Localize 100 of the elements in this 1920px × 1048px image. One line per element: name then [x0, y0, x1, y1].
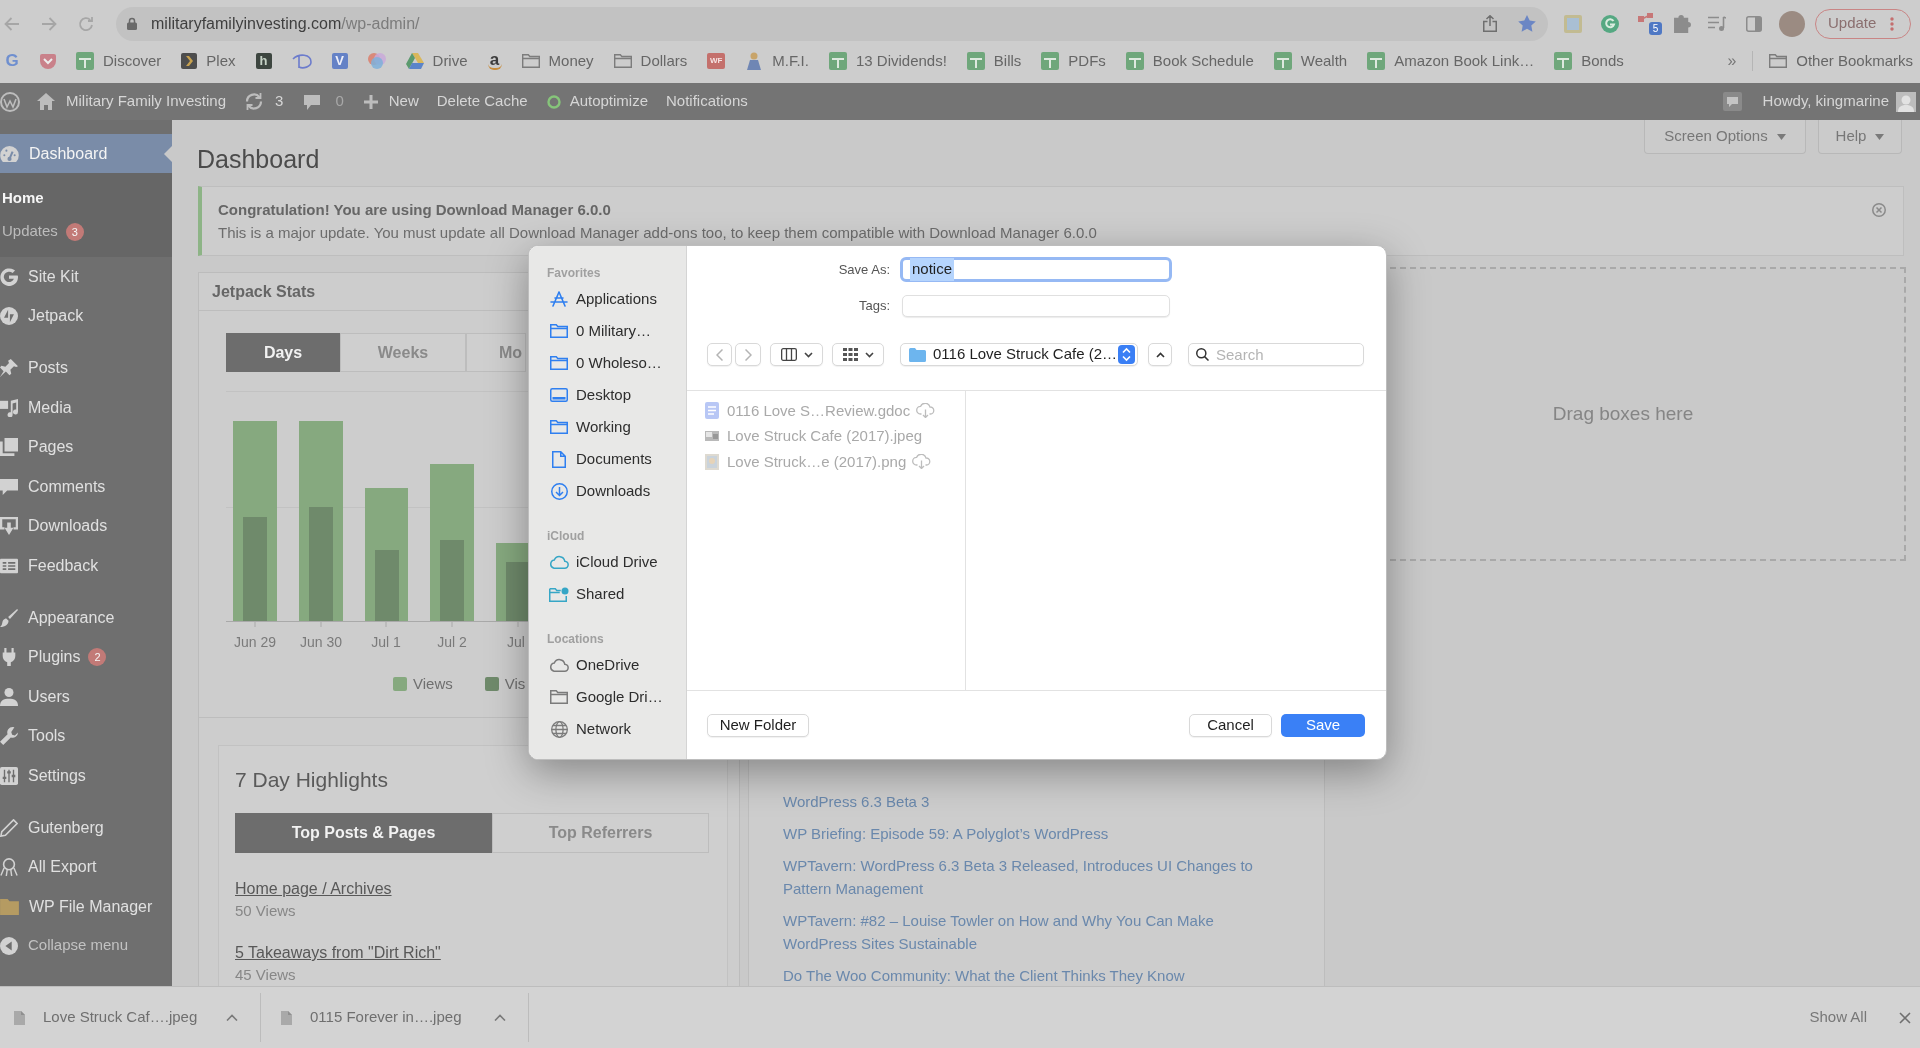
tab[interactable]: Top Referrers [492, 813, 709, 853]
caret-up-icon[interactable] [226, 1014, 238, 1021]
sidebar-item[interactable]: Settings [0, 756, 172, 796]
tags-field[interactable] [902, 295, 1170, 317]
bookmark-logo[interactable]: a [487, 52, 502, 70]
bookmark-link[interactable]: Amazon Book Link… [1367, 49, 1535, 73]
group-button[interactable] [832, 343, 884, 366]
bookmark-link[interactable]: Plex [181, 49, 236, 73]
bookmark-link[interactable]: Money [521, 49, 594, 73]
screen-options-button[interactable]: Screen Options [1644, 120, 1806, 154]
address-bar[interactable]: militaryfamilyinvesting.com/wp-admin/ [116, 6, 1548, 41]
bookmark-link[interactable]: Book Schedule [1125, 49, 1254, 73]
post-link[interactable]: Home page / Archives [235, 878, 392, 900]
sidebar-item[interactable]: All Export [0, 847, 172, 887]
tab[interactable]: Mo [466, 333, 526, 372]
bookmark-link[interactable]: Bills [966, 49, 1022, 73]
image-icon[interactable] [1564, 14, 1582, 33]
save-button[interactable]: Save [1281, 713, 1365, 737]
shield-icon[interactable] [40, 53, 56, 69]
sidebar-item[interactable]: Site Kit [0, 257, 172, 297]
bookmark-logo[interactable]: h [255, 53, 272, 69]
sidebar-item[interactable]: Downloads [0, 506, 172, 547]
tab[interactable]: Top Posts & Pages [235, 813, 492, 853]
site-name-link[interactable]: Military Family Investing [37, 90, 227, 113]
sidebar-location[interactable]: Shared [529, 578, 686, 610]
sidebar-item[interactable]: Feedback [0, 546, 172, 586]
sidebar-location[interactable]: OneDrive [529, 649, 686, 681]
reload-icon[interactable] [78, 15, 94, 32]
bookmark-logo[interactable]: V [331, 53, 348, 69]
bookmark-link[interactable]: Dollars [613, 49, 688, 73]
download-item[interactable]: 0115 Forever in….jpeg [281, 1006, 462, 1029]
submenu-item[interactable]: Home [0, 182, 172, 215]
sidebar-location[interactable]: Network [529, 713, 686, 745]
bookmark-link[interactable]: M.F.I. [745, 49, 809, 73]
star-icon[interactable] [1518, 15, 1536, 32]
help-button[interactable]: Help [1818, 120, 1902, 154]
sidebar-location[interactable]: iCloud Drive [529, 546, 686, 578]
swoosh-icon[interactable] [291, 53, 312, 69]
avatar[interactable] [1896, 91, 1916, 112]
sidebar-item[interactable]: Users [0, 676, 172, 717]
bookmark-link[interactable]: Wealth [1273, 49, 1348, 73]
admin-bar-link[interactable]: Notifications [666, 90, 748, 113]
puzzle-icon[interactable] [1674, 14, 1691, 33]
pinwheel-icon[interactable] [367, 53, 386, 69]
collapse-menu-button[interactable]: Collapse menu [0, 926, 172, 965]
news-link[interactable]: WordPress 6.3 Beta 3 [783, 790, 1288, 813]
tab[interactable]: Days [226, 333, 340, 372]
more-bookmarks-button[interactable]: » [1727, 49, 1737, 73]
news-link[interactable]: Do The Woo Community: What the Client Thinks They Know [783, 964, 1288, 986]
sidebar-location[interactable]: 0 Military… [529, 315, 686, 347]
sidebar-item[interactable]: WP File Manager [0, 886, 172, 927]
bookmark-link[interactable]: PDFs [1041, 49, 1106, 73]
bookmark-logo[interactable]: G [4, 52, 20, 70]
forward-icon[interactable] [41, 16, 57, 31]
news-link[interactable]: WPTavern: #82 – Louise Towler on How and Why You Can Make WordPress Sites Sustainable [783, 909, 1288, 955]
filename-field[interactable]: notice [900, 257, 1172, 282]
cancel-button[interactable]: Cancel [1189, 713, 1272, 737]
sidebar-item[interactable]: Jetpack [0, 296, 172, 337]
updates-link[interactable]: 3 [245, 90, 284, 113]
back-button[interactable] [707, 343, 732, 366]
new-link[interactable]: New [363, 90, 419, 113]
admin-bar-link[interactable]: Autoptimize [546, 90, 648, 113]
location-popup[interactable]: 0116 Love Struck Cafe (2… [900, 343, 1138, 366]
forward-button[interactable] [735, 343, 761, 366]
sidebar-item[interactable]: Dashboard [0, 134, 172, 173]
bookmark-logo[interactable]: WF [707, 53, 726, 69]
circle-logo-icon[interactable] [1601, 14, 1619, 33]
sidebar-location[interactable]: Documents [529, 443, 686, 475]
logo-icon[interactable] [0, 91, 20, 112]
news-link[interactable]: WP Briefing: Episode 59: A Polyglot’s WordPress [783, 822, 1288, 845]
bookmark-link[interactable]: 13 Dividends! [828, 49, 947, 73]
sidebar-item[interactable]: Plugins 2 [0, 637, 172, 677]
admin-bar-link[interactable]: Delete Cache [436, 90, 528, 113]
bookmark-link[interactable]: Discover [76, 49, 162, 73]
sidebar-item[interactable]: Media [0, 387, 172, 428]
new-folder-button[interactable]: New Folder [707, 713, 809, 737]
back-icon[interactable] [4, 16, 20, 31]
sidebar-item[interactable]: Gutenberg [0, 807, 172, 848]
submenu-item[interactable]: Updates 3 [0, 215, 172, 248]
sidebar-location[interactable]: Working [529, 411, 686, 443]
sidebar-location[interactable]: Downloads [529, 475, 686, 507]
close-icon[interactable] [1899, 1011, 1911, 1024]
up-button[interactable] [1148, 343, 1172, 366]
nodes-icon[interactable] [1638, 12, 1653, 24]
bookmark-link[interactable]: Other Bookmarks [1769, 49, 1913, 73]
sidebar-location[interactable]: 0 Wholeso… [529, 347, 686, 379]
account-link[interactable]: Howdy, kingmarine [1762, 90, 1889, 113]
sidebar-item[interactable]: Tools [0, 716, 172, 757]
chat-icon[interactable] [1722, 92, 1742, 111]
sidebar-item[interactable]: Comments [0, 466, 172, 507]
side-panel-icon[interactable] [1746, 15, 1762, 32]
caret-up-icon[interactable] [494, 1014, 506, 1021]
media-controls-icon[interactable] [1708, 16, 1726, 31]
share-icon[interactable] [1483, 15, 1497, 32]
search-field[interactable]: Search [1188, 343, 1364, 366]
download-item[interactable]: Love Struck Caf….jpeg [14, 1006, 198, 1029]
view-mode-button[interactable] [770, 343, 823, 366]
show-all-link[interactable]: Show All [1809, 1006, 1867, 1029]
sidebar-item[interactable]: Pages [0, 427, 172, 467]
avatar[interactable] [1779, 10, 1805, 37]
